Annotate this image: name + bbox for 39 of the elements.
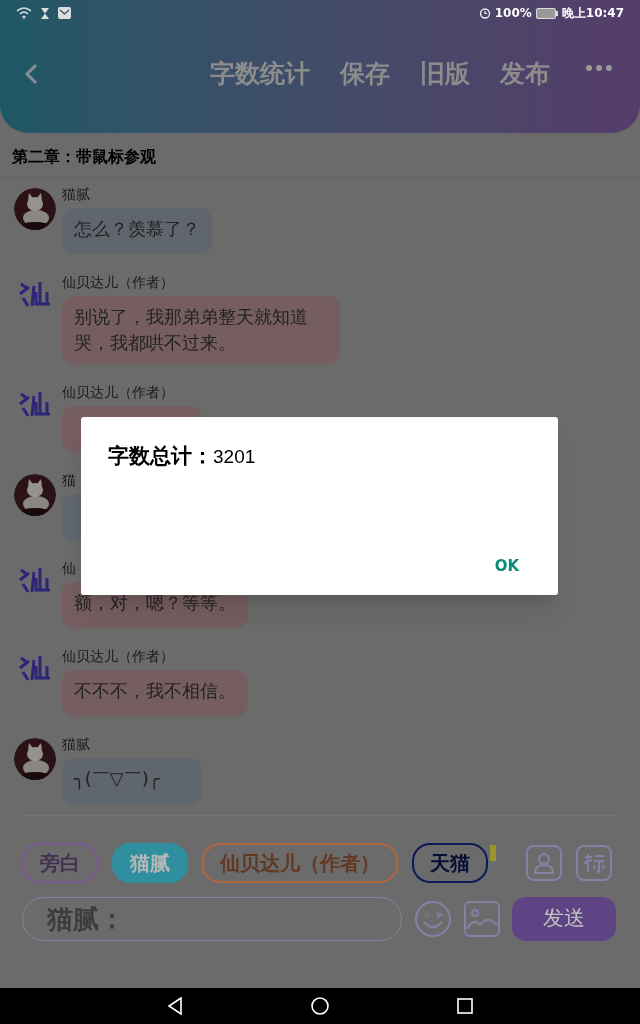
sender-name: 仙贝达儿（作者） [62,647,175,666]
role-chip[interactable]: 天猫 [412,843,488,883]
sender-name: 仙 [62,559,77,578]
mail-icon [58,7,71,19]
back-nav-icon[interactable] [167,997,183,1015]
image-icon[interactable] [464,901,500,937]
recents-nav-icon[interactable] [457,998,473,1014]
sender-name: 猫腻 [62,185,91,204]
wink-emoji-icon[interactable] [414,900,452,938]
message-bubble: 怎么？羡慕了？ [62,208,212,254]
alarm-icon [478,7,491,19]
sender-name: 猫 [62,471,77,490]
sender-name: 仙贝达儿（作者） [62,383,175,402]
header-action[interactable]: 旧版 [420,54,470,93]
wifi-icon [16,7,32,19]
battery-icon [535,7,558,19]
header-action[interactable]: 字数统计 [210,54,310,93]
header-action[interactable]: 发布 [500,54,550,93]
chapter-title: 第二章：带鼠标参观 [12,147,156,166]
sender-name: 猫腻 [62,735,91,754]
ok-button[interactable]: OK [482,550,531,581]
tag-icon[interactable] [576,845,612,881]
message-bubble: 别说了，我那弟弟整天就知道哭，我都哄不过来。 [62,296,340,364]
back-icon[interactable] [24,62,38,85]
indicator-mark [490,845,496,861]
role-chip[interactable]: 猫腻 [112,843,188,883]
role-chip[interactable]: 旁白 [22,843,98,883]
hourglass-icon [40,6,50,20]
message-bubble: ╮(￣▽￣)╭ [62,758,202,804]
message-bubble: 不不不，我不相信。 [62,670,248,716]
role-chip[interactable]: 仙贝达儿（作者） [202,843,398,883]
battery-percent: 100% [494,5,532,22]
sender-name: 仙贝达儿（作者） [62,273,175,292]
clock-time: 晚上10:47 [561,5,624,22]
header-action[interactable]: 保存 [340,54,390,93]
home-nav-icon[interactable] [311,997,329,1015]
person-icon[interactable] [526,845,562,881]
dialog-title: 字数总计：3201 [108,443,257,470]
send-button[interactable]: 发送 [512,897,616,941]
